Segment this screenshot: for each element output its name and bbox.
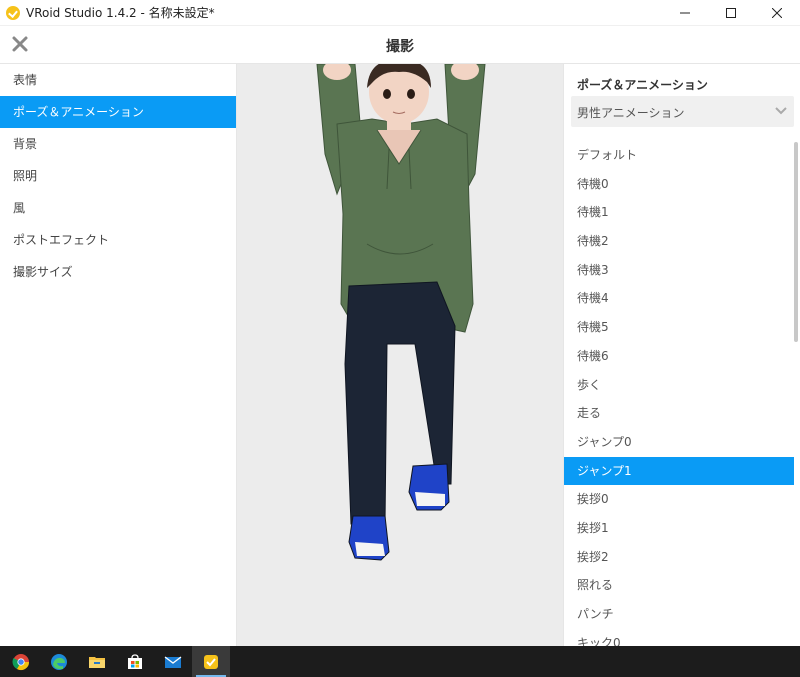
list-item[interactable]: 待機2 (564, 227, 794, 256)
sidebar-item-wind[interactable]: 風 (0, 192, 236, 224)
sidebar-item-expression[interactable]: 表情 (0, 64, 236, 96)
vroid-app-icon (6, 5, 20, 20)
list-item[interactable]: 挨拶0 (564, 485, 794, 514)
avatar-character (316, 64, 486, 561)
sidebar-item-label: 風 (13, 201, 26, 215)
taskbar-vroid[interactable] (192, 646, 230, 677)
animation-set-dropdown[interactable]: 男性アニメーション (571, 96, 794, 127)
list-item[interactable]: 待機0 (564, 170, 794, 199)
chrome-icon (12, 653, 30, 670)
sidebar-item-label: ポーズ＆アニメーション (13, 105, 144, 119)
sidebar-item-label: 背景 (13, 137, 38, 151)
window-titlebar: VRoid Studio 1.4.2 - 名称未設定* (0, 0, 800, 26)
sidebar-item-background[interactable]: 背景 (0, 128, 236, 160)
pose-animation-panel: ポーズ＆アニメーション 男性アニメーション デフォルト 待機0 待機1 待機2 … (563, 64, 800, 646)
list-item[interactable]: 挨拶1 (564, 514, 794, 543)
taskbar-store[interactable] (116, 646, 154, 677)
store-icon (128, 653, 142, 669)
sidebar-item-label: ポストエフェクト (13, 233, 110, 247)
list-item[interactable]: デフォルト (564, 141, 794, 170)
list-item[interactable]: 挨拶2 (564, 543, 794, 572)
sidebar-item-label: 照明 (13, 169, 38, 183)
screen-header: 撮影 (0, 26, 800, 64)
list-item[interactable]: 待機3 (564, 256, 794, 285)
sidebar-item-post-effect[interactable]: ポストエフェクト (0, 224, 236, 256)
maximize-button[interactable] (708, 0, 754, 26)
edge-icon (51, 653, 67, 670)
minimize-button[interactable] (662, 0, 708, 26)
list-item[interactable]: 待機4 (564, 284, 794, 313)
list-item[interactable]: 待機5 (564, 313, 794, 342)
list-item[interactable]: パンチ (564, 600, 794, 629)
vroid-taskbar-icon (204, 654, 218, 669)
list-item[interactable]: 待機1 (564, 198, 794, 227)
list-scrollbar[interactable] (794, 142, 798, 342)
taskbar-file-explorer[interactable] (78, 646, 116, 677)
close-icon (772, 8, 782, 18)
mail-icon (164, 655, 182, 668)
taskbar-edge[interactable] (40, 646, 78, 677)
sidebar-item-label: 表情 (13, 73, 38, 87)
chevron-down-icon (775, 107, 787, 115)
3d-viewport[interactable] (237, 64, 563, 646)
sidebar-item-lighting[interactable]: 照明 (0, 160, 236, 192)
taskbar-mail[interactable] (154, 646, 192, 677)
taskbar-chrome[interactable] (2, 646, 40, 677)
sidebar-item-label: 撮影サイズ (13, 265, 73, 279)
list-item[interactable]: 待機6 (564, 342, 794, 371)
maximize-icon (726, 8, 736, 18)
list-item[interactable]: 照れる (564, 571, 794, 600)
file-explorer-icon (89, 656, 105, 668)
animation-list: デフォルト 待機0 待機1 待機2 待機3 待機4 待機5 待機6 歩く 走る … (564, 141, 794, 646)
list-item[interactable]: 歩く (564, 371, 794, 400)
window-title: VRoid Studio 1.4.2 - 名称未設定* (26, 6, 215, 20)
list-item[interactable]: ジャンプ0 (564, 428, 794, 457)
list-item[interactable]: 走る (564, 399, 794, 428)
list-item[interactable]: キック0 (564, 629, 794, 646)
list-item-selected[interactable]: ジャンプ1 (564, 456, 794, 486)
window-close-button[interactable] (754, 0, 800, 26)
page-title: 撮影 (386, 39, 414, 55)
window-controls (662, 0, 800, 26)
sidebar: 表情 ポーズ＆アニメーション 背景 照明 風 ポストエフェクト 撮影サイズ (0, 64, 237, 646)
minimize-icon (680, 12, 690, 14)
dropdown-value: 男性アニメーション (577, 106, 685, 120)
sidebar-item-capture-size[interactable]: 撮影サイズ (0, 256, 236, 288)
panel-title: ポーズ＆アニメーション (577, 78, 708, 92)
windows-taskbar (0, 646, 800, 677)
sidebar-item-pose-animation[interactable]: ポーズ＆アニメーション (0, 96, 236, 128)
